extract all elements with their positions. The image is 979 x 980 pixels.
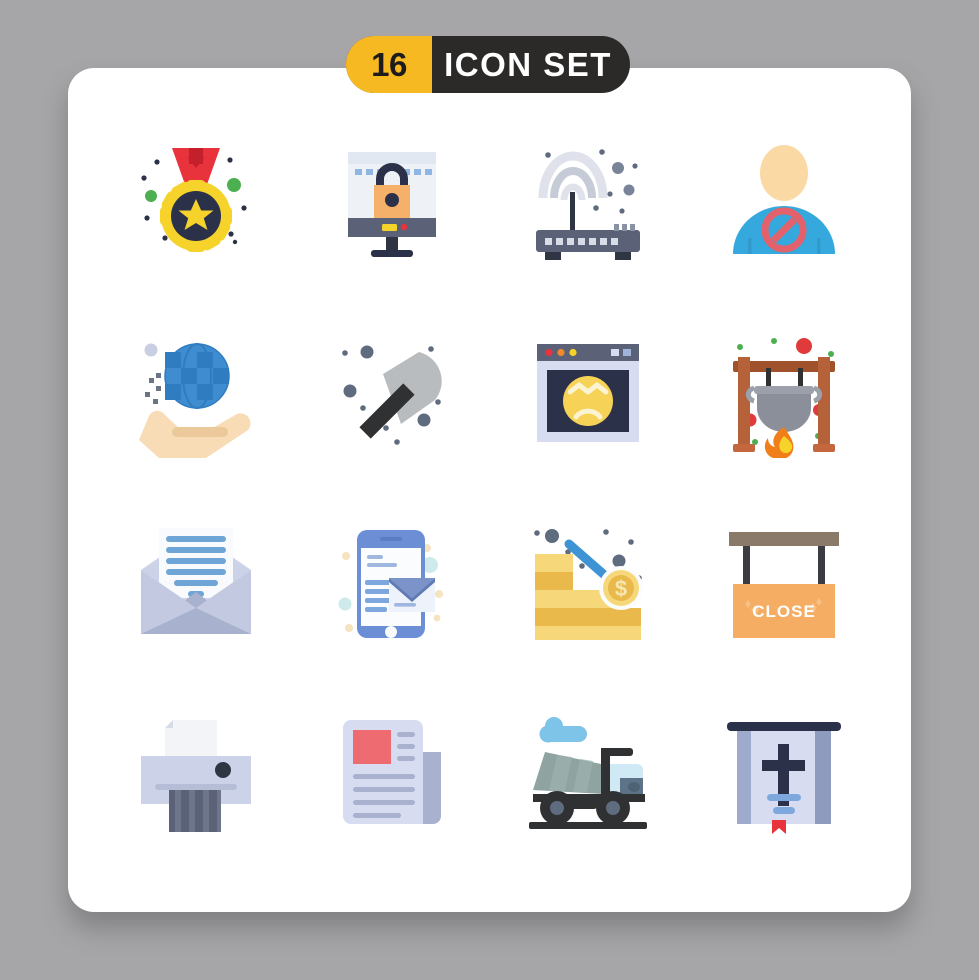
icon-cell-close-sign[interactable]: CLOSE [686, 488, 882, 678]
printer-icon [141, 720, 251, 832]
icon-cell-dump-truck[interactable] [490, 678, 686, 868]
money-loss-icon: $ [534, 529, 643, 640]
icon-cell-medal-award[interactable] [98, 108, 294, 298]
campfire-pot-icon [733, 338, 835, 458]
icon-cell-sad-browser[interactable] [490, 298, 686, 488]
blocked-user-icon [733, 145, 835, 254]
computer-lock-icon [348, 152, 436, 257]
icon-cell-mobile-mail[interactable] [294, 488, 490, 678]
icon-grid: $ CLOSE [98, 108, 882, 868]
shovel-icon [342, 345, 442, 445]
icon-count: 16 [346, 36, 432, 93]
wireless-router-icon [536, 149, 640, 260]
icon-cell-computer-lock[interactable] [294, 108, 490, 298]
icon-cell-newspaper[interactable] [294, 678, 490, 868]
icon-cell-money-loss[interactable]: $ [490, 488, 686, 678]
global-hand-icon [139, 343, 251, 458]
icon-cell-religious-banner[interactable] [686, 678, 882, 868]
svg-text:$: $ [615, 576, 627, 601]
svg-text:CLOSE: CLOSE [752, 602, 816, 621]
medal-award-icon [141, 148, 247, 252]
close-sign-icon: CLOSE [729, 532, 839, 638]
icon-cell-shovel[interactable] [294, 298, 490, 488]
mobile-mail-icon [338, 530, 443, 638]
icon-cell-wireless-router[interactable] [490, 108, 686, 298]
newspaper-icon [343, 720, 441, 824]
icon-cell-blocked-user[interactable] [686, 108, 882, 298]
icon-cell-global-hand[interactable] [98, 298, 294, 488]
religious-banner-icon [727, 722, 841, 834]
sad-browser-icon [537, 344, 639, 442]
icon-cell-campfire-pot[interactable] [686, 298, 882, 488]
icon-set-badge: 16 ICON SET [346, 36, 630, 93]
icon-set-title: ICON SET [444, 45, 612, 83]
icon-cell-open-mail[interactable] [98, 488, 294, 678]
open-mail-icon [141, 528, 251, 634]
dump-truck-icon [529, 717, 647, 829]
icon-cell-printer[interactable] [98, 678, 294, 868]
